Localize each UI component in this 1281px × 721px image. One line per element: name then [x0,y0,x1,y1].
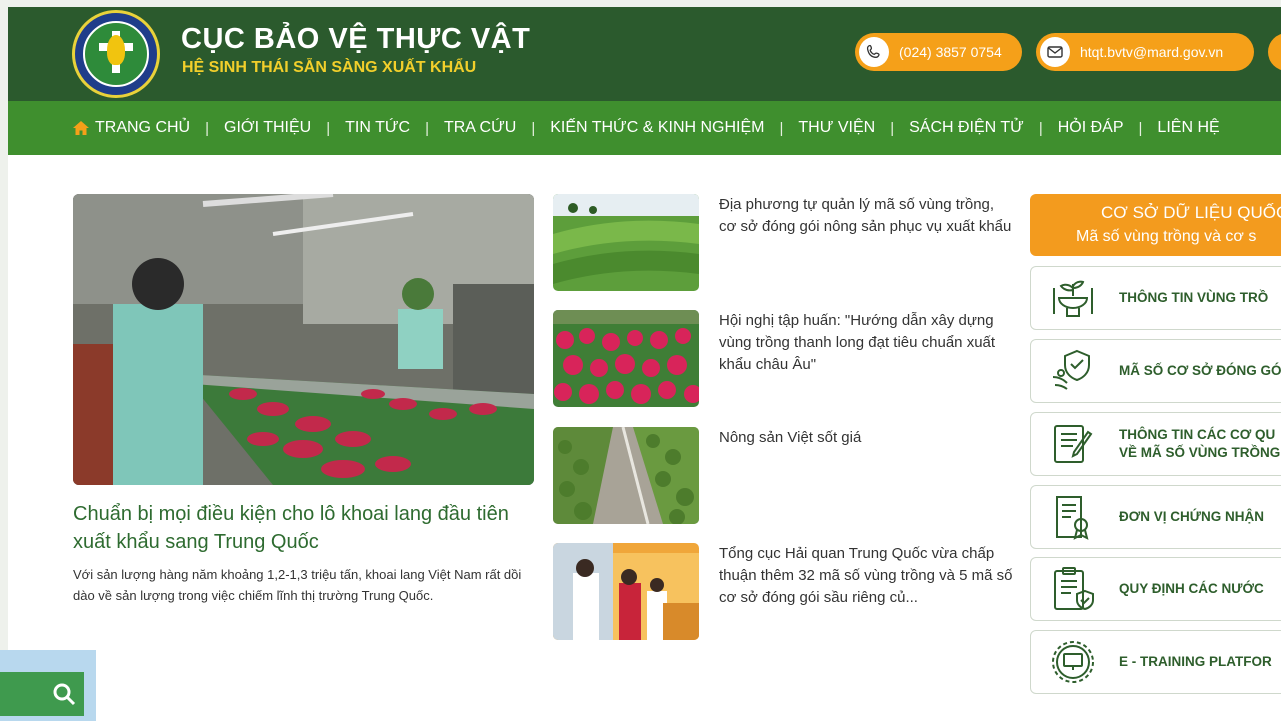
news-title[interactable]: Nông sản Việt sốt giá [719,427,1015,449]
logo-leaf-icon [107,35,125,65]
featured-article-description: Với sản lượng hàng năm khoảng 1,2-1,3 tr… [73,567,522,603]
site-title[interactable]: CỤC BẢO VỆ THỰC VẬT [181,23,530,56]
nav-separator: | [779,119,784,137]
certificate-icon [1045,492,1101,542]
menu-e-training[interactable]: E - TRAINING PLATFOR [1030,630,1281,694]
news-title[interactable]: Hội nghị tập huấn: "Hướng dẫn xây dựng v… [719,310,1015,376]
menu-label-line2: VỀ MÃ SỐ VÙNG TRỒNG [1119,445,1281,460]
news-title[interactable]: Tổng cục Hải quan Trung Quốc vừa chấp th… [719,543,1015,609]
national-database-banner[interactable]: CƠ SỞ DỮ LIỆU QUỐC Mã số vùng trồng và c… [1030,194,1281,256]
shield-seedling-icon [1045,346,1101,396]
database-title: CƠ SỞ DỮ LIỆU QUỐC [1101,203,1281,222]
database-subtitle: Mã số vùng trồng và cơ s [1076,228,1257,245]
nav-item-library[interactable]: THƯ VIỆN [798,119,875,137]
menu-packing-facility-code[interactable]: MÃ SỐ CƠ SỞ ĐÓNG GÓ [1030,339,1281,403]
site-logo[interactable] [72,10,160,98]
floating-search-widget[interactable] [0,650,96,721]
menu-label: ĐƠN VỊ CHỨNG NHẬN [1119,509,1264,524]
phone-icon [859,37,889,67]
nav-item-home[interactable]: TRANG CHỦ [72,119,190,137]
menu-label: QUY ĐỊNH CÁC NƯỚC [1119,581,1264,596]
site-subtitle: HỆ SINH THÁI SẴN SÀNG XUẤT KHẨU [182,59,477,76]
featured-article-title[interactable]: Chuẩn bị mọi điều kiện cho lô khoai lang… [73,500,543,556]
site-header: CỤC BẢO VỆ THỰC VẬT HỆ SINH THÁI SẴN SÀN… [8,7,1281,101]
nav-separator: | [326,119,331,137]
nav-item-news[interactable]: TIN TỨC [345,119,410,137]
menu-label: THÔNG TIN VÙNG TRỒ [1119,290,1269,305]
news-list-item[interactable]: Hội nghị tập huấn: "Hướng dẫn xây dựng v… [553,310,1013,407]
news-thumbnail[interactable] [553,310,699,407]
checklist-shield-icon [1045,564,1101,614]
email-contact-button[interactable]: htqt.bvtv@mard.gov.vn [1036,33,1254,71]
news-title[interactable]: Địa phương tự quản lý mã số vùng trồng, … [719,194,1015,238]
nav-separator: | [425,119,429,137]
mail-icon [1040,37,1070,67]
main-navigation: TRANG CHỦ | GIỚI THIỆU | TIN TỨC | TRA C… [8,101,1281,155]
email-address: htqt.bvtv@mard.gov.vn [1080,44,1224,60]
menu-label: MÃ SỐ CƠ SỞ ĐÓNG GÓ [1119,363,1281,378]
nav-item-ebooks[interactable]: SÁCH ĐIỆN TỬ [909,119,1024,137]
news-thumbnail[interactable] [553,543,699,640]
menu-label-line1: THÔNG TIN CÁC CƠ QU [1119,427,1276,442]
nav-separator: | [1138,119,1143,137]
menu-label: THÔNG TIN CÁC CƠ QU VỀ MÃ SỐ VÙNG TRỒNG [1119,426,1280,462]
news-list-item[interactable]: Tổng cục Hải quan Trung Quốc vừa chấp th… [553,543,1013,640]
document-pen-icon [1045,419,1101,469]
news-list-item[interactable]: Nông sản Việt sốt giá [553,427,1013,524]
menu-agency-info[interactable]: THÔNG TIN CÁC CƠ QU VỀ MÃ SỐ VÙNG TRỒNG [1030,412,1281,476]
nav-separator: | [1038,119,1043,137]
home-icon [72,120,90,136]
nav-item-contact[interactable]: LIÊN HỆ [1157,119,1219,137]
phone-number: (024) 3857 0754 [899,44,1002,60]
nav-item-about[interactable]: GIỚI THIỆU [224,119,311,137]
menu-label: E - TRAINING PLATFOR [1119,654,1272,669]
nav-item-faq[interactable]: HỎI ĐÁP [1058,119,1124,137]
news-thumbnail[interactable] [553,194,699,291]
menu-growing-area-info[interactable]: THÔNG TIN VÙNG TRỒ [1030,266,1281,330]
extra-contact-button[interactable] [1268,33,1281,71]
nav-label: TRANG CHỦ [95,119,191,136]
search-icon[interactable] [52,682,76,711]
training-gear-icon [1045,637,1101,687]
page: CỤC BẢO VỆ THỰC VẬT HỆ SINH THÁI SẴN SÀN… [8,7,1281,721]
menu-country-regulations[interactable]: QUY ĐỊNH CÁC NƯỚC [1030,557,1281,621]
news-thumbnail[interactable] [553,427,699,524]
nav-item-lookup[interactable]: TRA CỨU [444,119,516,137]
nav-item-knowledge[interactable]: KIẾN THỨC & KINH NGHIỆM [550,119,764,137]
nav-separator: | [531,119,536,137]
nav-separator: | [890,119,895,137]
nav-separator: | [205,119,210,137]
plant-bowl-icon [1045,273,1101,323]
featured-article-image[interactable] [73,194,534,485]
phone-contact-button[interactable]: (024) 3857 0754 [855,33,1022,71]
menu-certification-bodies[interactable]: ĐƠN VỊ CHỨNG NHẬN [1030,485,1281,549]
news-list-item[interactable]: Địa phương tự quản lý mã số vùng trồng, … [553,194,1013,291]
